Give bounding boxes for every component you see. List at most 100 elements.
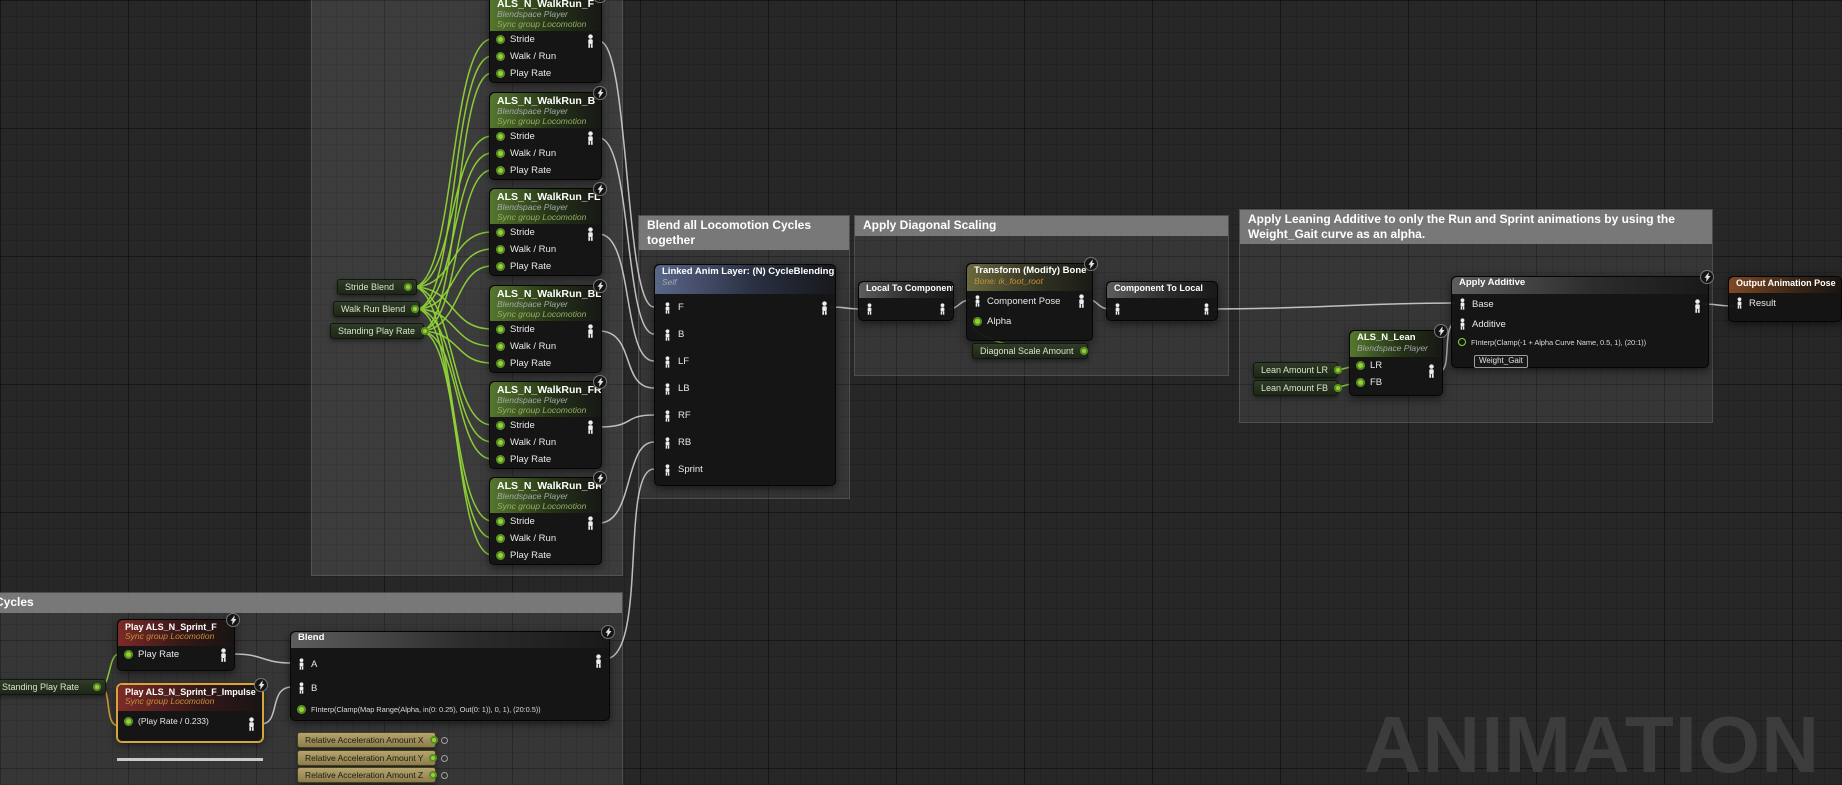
pin-rb[interactable]: RB: [655, 429, 835, 456]
pin-play-rate[interactable]: Play Rate: [490, 355, 601, 372]
node-blend[interactable]: Blend A B FInterp(Clamp(Map Range(Alpha,…: [290, 631, 610, 721]
float-pin-icon[interactable]: [496, 438, 505, 447]
node-play-als-n-sprint-f-impulse[interactable]: Play ALS_N_Sprint_F_Impulse Sync group L…: [117, 684, 263, 742]
pose-pins-row[interactable]: [1107, 298, 1217, 320]
node-als-n-lean[interactable]: ALS_N_Lean Blendspace Player LR FB: [1349, 330, 1443, 396]
pose-output-pin[interactable]: [593, 654, 604, 673]
float-pin-icon[interactable]: [496, 534, 505, 543]
pose-output-pin[interactable]: [218, 648, 229, 667]
pin-play-rate[interactable]: Play Rate: [490, 547, 601, 564]
float-pin-icon[interactable]: [1334, 366, 1342, 374]
node-als-n-walkrun-bl[interactable]: ALS_N_WalkRun_BL Blendspace Player Sync …: [489, 285, 602, 373]
pose-pin-icon[interactable]: [1458, 318, 1467, 330]
node-als-n-walkrun-br[interactable]: ALS_N_WalkRun_BR Blendspace Player Sync …: [489, 477, 602, 565]
float-pin-icon[interactable]: [429, 771, 437, 779]
float-pin-icon[interactable]: [496, 149, 505, 158]
pin-alpha-expression[interactable]: FInterp(Clamp(Map Range(Alpha, in(0: 0.2…: [291, 700, 609, 718]
comment-title[interactable]: Blend all Locomotion Cycles together: [639, 216, 849, 250]
var-stride-blend[interactable]: Stride Blend: [337, 279, 417, 295]
float-pin-icon[interactable]: [496, 455, 505, 464]
pose-pin-icon[interactable]: [663, 464, 672, 476]
pin-b[interactable]: B: [655, 321, 835, 348]
var-standing-play-rate[interactable]: Standing Play Rate: [330, 323, 424, 339]
float-pin-icon[interactable]: [496, 517, 505, 526]
float-pin-icon[interactable]: [496, 132, 505, 141]
float-pin-icon[interactable]: [93, 683, 101, 691]
pin-alpha-expression[interactable]: FInterp(Clamp(-1 + Alpha Curve Name, 0.5…: [1452, 334, 1708, 350]
pin-base[interactable]: Base: [1452, 294, 1708, 314]
pin-alpha[interactable]: Alpha: [967, 311, 1092, 331]
pin-component-pose[interactable]: Component Pose: [967, 291, 1092, 311]
pose-pin-icon[interactable]: [1735, 297, 1744, 309]
pose-pin-icon[interactable]: [663, 302, 672, 314]
blueprint-graph-canvas[interactable]: ANIMATION Blend all Locomotion Cycles to…: [0, 0, 1842, 785]
pin-a[interactable]: A: [291, 652, 609, 676]
float-pin-icon[interactable]: [496, 228, 505, 237]
float-pin-icon[interactable]: [430, 736, 438, 744]
pin-result[interactable]: Result: [1729, 293, 1841, 313]
pose-input-pin[interactable]: [1113, 303, 1122, 315]
node-als-n-walkrun-fl[interactable]: ALS_N_WalkRun_FL Blendspace Player Sync …: [489, 188, 602, 276]
pose-output-pin[interactable]: [1202, 303, 1211, 315]
float-pin-icon[interactable]: [496, 69, 505, 78]
pose-pin-icon[interactable]: [1458, 298, 1467, 310]
node-apply-additive[interactable]: Apply Additive Base Additive FInterp(Cla…: [1451, 276, 1709, 368]
pin-rf[interactable]: RF: [655, 402, 835, 429]
float-pin-icon[interactable]: [124, 650, 133, 659]
float-pin-icon[interactable]: [496, 359, 505, 368]
pin-play-rate-expression[interactable]: (Play Rate / 0.233): [118, 711, 262, 731]
var-standing-play-rate-bottom[interactable]: Standing Play Rate: [0, 679, 106, 695]
float-pin-icon[interactable]: [496, 262, 505, 271]
float-pin-icon[interactable]: [496, 35, 505, 44]
unconnected-pin-icon[interactable]: [441, 737, 448, 744]
var-relative-acceleration-x[interactable]: Relative Acceleration Amount X: [297, 732, 436, 748]
var-walk-run-blend[interactable]: Walk Run Blend: [333, 301, 420, 317]
float-pin-icon[interactable]: [297, 705, 306, 714]
float-pin-icon[interactable]: [496, 551, 505, 560]
node-output-animation-pose[interactable]: Output Animation Pose Result: [1728, 276, 1842, 322]
pose-output-pin[interactable]: [246, 717, 257, 736]
pin-sprint[interactable]: Sprint: [655, 456, 835, 483]
float-pin-icon[interactable]: [496, 166, 505, 175]
pose-output-pin[interactable]: [585, 420, 596, 439]
node-local-to-component[interactable]: Local To Component: [858, 281, 954, 321]
node-transform-modify-bone[interactable]: Transform (Modify) Bone Bone: ik_foot_ro…: [966, 263, 1093, 341]
unconnected-pin-icon[interactable]: [441, 755, 448, 762]
pose-pin-icon[interactable]: [973, 295, 982, 307]
float-pin-icon[interactable]: [1356, 361, 1365, 370]
pose-output-pin[interactable]: [585, 131, 596, 150]
pose-pin-icon[interactable]: [663, 356, 672, 368]
float-pin-icon[interactable]: [421, 327, 429, 335]
pose-output-pin[interactable]: [819, 301, 830, 320]
var-relative-acceleration-z[interactable]: Relative Acceleration Amount Z: [297, 767, 436, 783]
pin-b[interactable]: B: [291, 676, 609, 700]
pose-output-pin[interactable]: [585, 324, 596, 343]
float-pin-icon[interactable]: [496, 342, 505, 351]
node-play-als-n-sprint-f[interactable]: Play ALS_N_Sprint_F Sync group Locomotio…: [117, 619, 235, 671]
float-pin-icon[interactable]: [1080, 347, 1088, 355]
pose-output-pin[interactable]: [1692, 299, 1703, 318]
pin-f[interactable]: F: [655, 294, 835, 321]
pose-input-pin[interactable]: [865, 303, 874, 315]
pose-pin-icon[interactable]: [297, 682, 306, 694]
float-pin-icon[interactable]: [1356, 378, 1365, 387]
pin-lf[interactable]: LF: [655, 348, 835, 375]
comment-title[interactable]: Apply Leaning Additive to only the Run a…: [1240, 210, 1712, 244]
float-pin-icon[interactable]: [404, 283, 412, 291]
pose-pin-icon[interactable]: [663, 437, 672, 449]
pose-output-pin[interactable]: [1076, 294, 1087, 313]
var-lean-amount-fb[interactable]: Lean Amount FB: [1253, 380, 1338, 396]
pose-output-pin[interactable]: [1426, 364, 1437, 383]
pin-play-rate[interactable]: Play Rate: [118, 646, 234, 663]
pin-play-rate[interactable]: Play Rate: [490, 451, 601, 468]
curve-name-box[interactable]: Weight_Gait: [1474, 355, 1528, 368]
float-pin-icon[interactable]: [1458, 338, 1466, 346]
pose-pins-row[interactable]: [859, 298, 953, 320]
node-component-to-local[interactable]: Component To Local: [1106, 281, 1218, 321]
comment-title[interactable]: Apply Diagonal Scaling: [855, 216, 1228, 236]
float-pin-icon[interactable]: [124, 717, 133, 726]
float-pin-icon[interactable]: [496, 245, 505, 254]
pose-pin-icon[interactable]: [297, 658, 306, 670]
pose-output-pin[interactable]: [938, 303, 947, 315]
pose-output-pin[interactable]: [585, 34, 596, 53]
